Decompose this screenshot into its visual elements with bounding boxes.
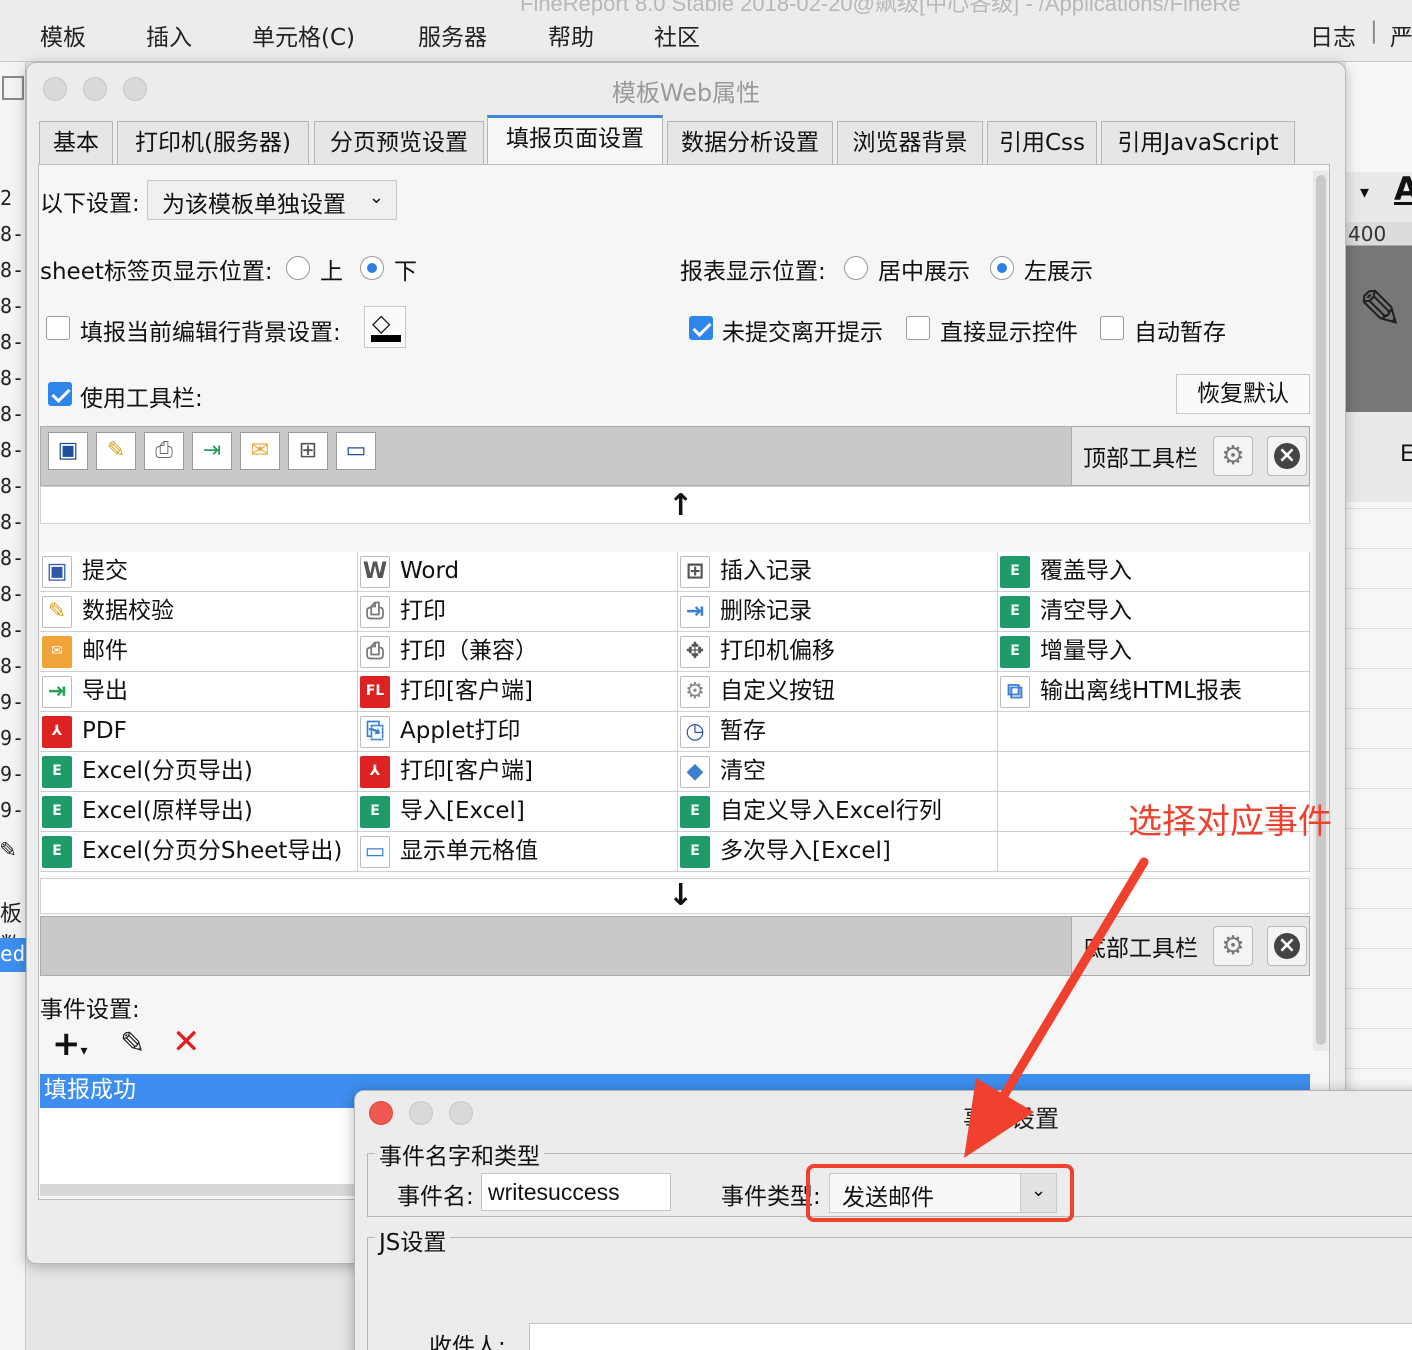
annotation-text: 选择对应事件: [1128, 802, 1332, 842]
annotation-arrow: [964, 857, 1149, 1158]
